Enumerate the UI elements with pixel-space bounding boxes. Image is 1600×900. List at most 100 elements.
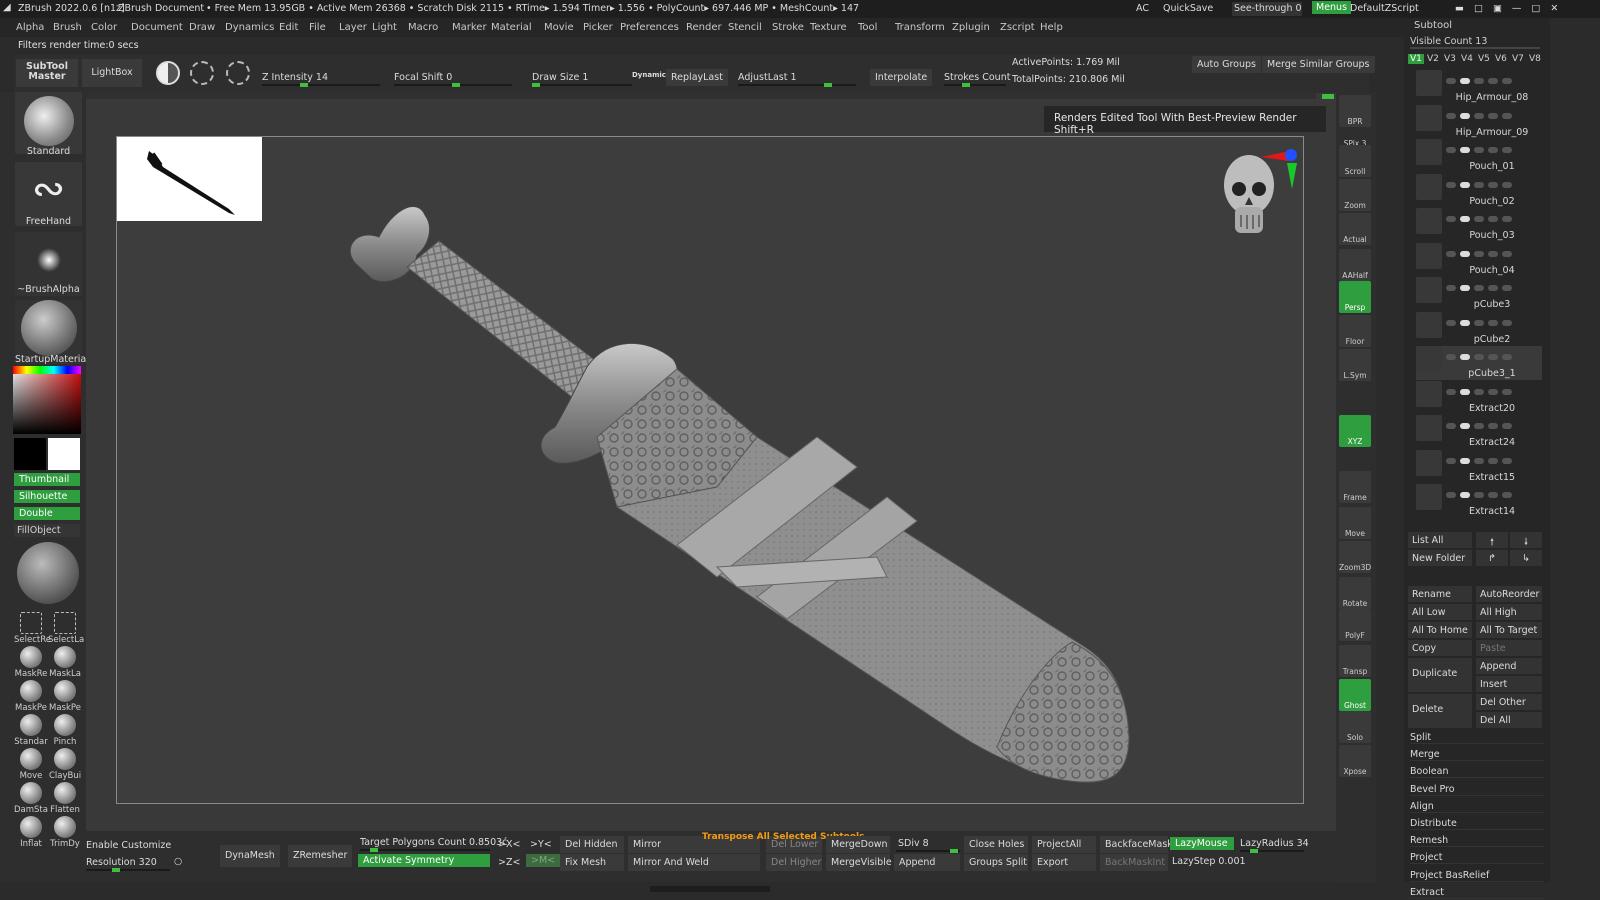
replay-last-button[interactable]: ReplayLast	[666, 69, 728, 86]
menu-transform[interactable]: Transform	[895, 22, 945, 33]
subtool-toggle-icon[interactable]	[1488, 285, 1498, 291]
rightshelf-scroll[interactable]: Scroll	[1339, 145, 1371, 177]
subtool-action-align[interactable]: Align	[1410, 801, 1544, 813]
delete-button[interactable]: Delete	[1408, 694, 1472, 728]
secondary-color-swatch[interactable]	[48, 438, 80, 470]
subtool-toggle-icon[interactable]	[1474, 388, 1484, 395]
rightshelf-transp[interactable]: Transp	[1339, 645, 1371, 677]
all-to-home-button[interactable]: All To Home	[1408, 622, 1472, 638]
rightshelf-actual[interactable]: Actual	[1339, 213, 1371, 245]
paste-button[interactable]: Paste	[1476, 640, 1542, 656]
subtool-toggle-icon[interactable]	[1488, 216, 1498, 222]
subtool-toggle-icon[interactable]	[1446, 78, 1456, 84]
z-intensity-track[interactable]	[262, 83, 380, 87]
subtool-toggle-icon[interactable]	[1488, 457, 1498, 464]
subtool-toggle-icon[interactable]	[1502, 423, 1512, 429]
menu-stencil[interactable]: Stencil	[728, 22, 762, 33]
merge-similar-groups-button[interactable]: Merge Similar Groups	[1262, 56, 1375, 73]
menu-tool[interactable]: Tool	[858, 22, 877, 33]
draw-icon[interactable]	[190, 61, 214, 85]
folder-up-button[interactable]: ↱	[1476, 550, 1508, 566]
rightshelf-move[interactable]: Move	[1339, 507, 1371, 539]
subtool-toggle-icon[interactable]	[1488, 319, 1498, 326]
color-hue-strip[interactable]	[13, 366, 81, 374]
export-button[interactable]: Export	[1032, 854, 1096, 871]
subtool-toggle-icon[interactable]	[1460, 354, 1470, 360]
rightshelf-zoom[interactable]: Zoom	[1339, 179, 1371, 211]
brush-slot-10[interactable]: DamSta	[14, 782, 48, 815]
subtool-toggle-icon[interactable]	[1474, 285, 1484, 291]
brush-slot-0[interactable]: SelectRe	[14, 612, 51, 645]
ac-button[interactable]: AC	[1136, 3, 1149, 14]
brush-slot-2[interactable]: MaskRe	[14, 646, 48, 679]
subtool-row[interactable]: Pouch_03	[1416, 208, 1542, 242]
autoreorder-button[interactable]: AutoReorder	[1476, 586, 1542, 602]
copy-button[interactable]: Copy	[1408, 640, 1472, 656]
m-symmetry-toggle[interactable]: >M<	[526, 854, 561, 867]
subtool-toggles[interactable]	[1446, 283, 1540, 291]
all-to-target-button[interactable]: All To Target	[1476, 622, 1542, 638]
brush-slot-7[interactable]: Pinch	[48, 714, 82, 747]
all-high-button[interactable]: All High	[1476, 604, 1542, 620]
subtool-toggles[interactable]	[1446, 214, 1540, 222]
menu-help[interactable]: Help	[1040, 22, 1063, 33]
subtool-toggle-icon[interactable]	[1460, 388, 1470, 395]
subtool-toggles[interactable]	[1446, 76, 1540, 84]
fillobject-button[interactable]: FillObject	[14, 524, 80, 537]
double-toggle[interactable]: Double	[14, 507, 80, 520]
duplicate-button[interactable]: Duplicate	[1408, 658, 1472, 692]
subtool-toggle-icon[interactable]	[1502, 216, 1512, 222]
rightshelf-solo[interactable]: Solo	[1339, 711, 1371, 743]
brush-slot-12[interactable]: Inflat	[14, 816, 48, 849]
subtool-action-extract[interactable]: Extract	[1410, 887, 1544, 899]
dynamesh-button[interactable]: DynaMesh	[220, 845, 280, 867]
bottom-scroll-handle[interactable]	[650, 886, 770, 892]
dynamic-label[interactable]: Dynamic	[632, 71, 666, 79]
menu-alpha[interactable]: Alpha	[16, 22, 44, 33]
subtool-toggle-icon[interactable]	[1446, 388, 1456, 395]
subtool-toggle-icon[interactable]	[1474, 423, 1484, 429]
all-low-button[interactable]: All Low	[1408, 604, 1472, 620]
subtool-toggle-icon[interactable]	[1502, 492, 1512, 498]
del-hidden-button[interactable]: Del Hidden	[560, 836, 624, 853]
subtool-toggle-icon[interactable]	[1446, 457, 1456, 464]
seethrough-slider[interactable]: See-through 0	[1232, 2, 1302, 16]
rightshelf-l-sym[interactable]: L.Sym	[1339, 349, 1371, 381]
subtool-toggle-icon[interactable]	[1502, 457, 1512, 464]
subtool-toggle-icon[interactable]	[1474, 181, 1484, 188]
new-folder-button[interactable]: New Folder	[1408, 550, 1472, 566]
menus-toggle[interactable]: Menus	[1312, 1, 1352, 14]
lazyradius-slider[interactable]: LazyRadius 34	[1240, 838, 1309, 849]
subtool-toggle-icon[interactable]	[1460, 250, 1470, 257]
subtool-toggle-icon[interactable]	[1446, 250, 1456, 257]
focal-shift-track[interactable]	[394, 83, 512, 87]
project-all-button[interactable]: ProjectAll	[1032, 836, 1096, 853]
subtool-toggle-icon[interactable]	[1488, 492, 1498, 498]
lazystep-slider[interactable]: LazyStep 0.001	[1172, 856, 1246, 867]
subtool-toggles[interactable]	[1446, 145, 1540, 153]
menu-document[interactable]: Document	[131, 22, 183, 33]
list-all-button[interactable]: List All	[1408, 532, 1472, 548]
subtool-toggle-icon[interactable]	[1474, 492, 1484, 498]
menu-dynamics[interactable]: Dynamics	[225, 22, 274, 33]
subtool-toggle-icon[interactable]	[1474, 250, 1484, 257]
draw-size-track[interactable]	[532, 83, 632, 87]
subtool-action-distribute[interactable]: Distribute	[1410, 818, 1544, 830]
subtool-toggles[interactable]	[1446, 352, 1540, 360]
subtool-toggle-icon[interactable]	[1488, 112, 1498, 119]
subtool-row[interactable]: Hip_Armour_09	[1416, 104, 1542, 139]
rightshelf-xyz[interactable]: XYZ	[1339, 415, 1371, 447]
version-tab-v3[interactable]: V3	[1442, 54, 1458, 64]
subtool-toggle-icon[interactable]	[1446, 354, 1456, 360]
target-polygons-track[interactable]	[360, 848, 490, 852]
subtool-toggle-icon[interactable]	[1488, 147, 1498, 153]
material-button[interactable]: StartupMateria	[15, 300, 86, 365]
subtool-toggle-icon[interactable]	[1502, 112, 1512, 119]
subtool-action-remesh[interactable]: Remesh	[1410, 835, 1544, 848]
quicksave-button[interactable]: QuickSave	[1163, 3, 1213, 14]
brush-slot-8[interactable]: Move	[14, 748, 48, 781]
backface-mask-button[interactable]: BackfaceMask	[1100, 836, 1173, 853]
menu-zscript[interactable]: Zscript	[1000, 22, 1035, 33]
subtool-toggle-icon[interactable]	[1460, 216, 1470, 222]
subtool-toggle-icon[interactable]	[1446, 181, 1456, 188]
